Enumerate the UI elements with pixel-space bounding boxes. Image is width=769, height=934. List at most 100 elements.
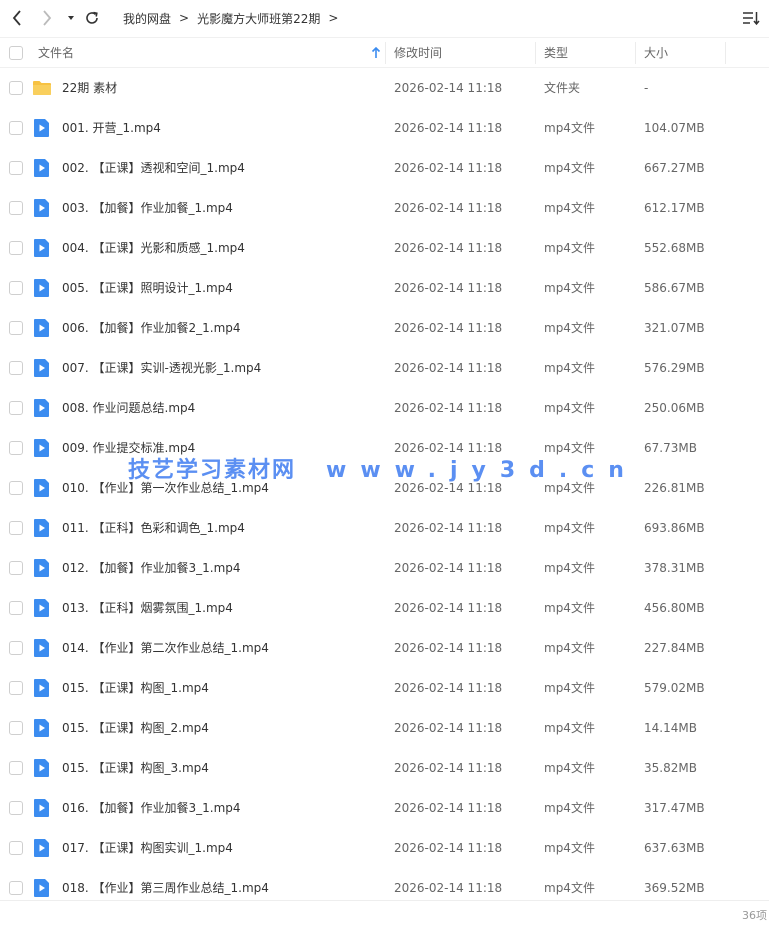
table-row[interactable]: 011. 【正科】色彩和调色_1.mp4 2026-02-14 11:18 mp4文… [0,508,769,548]
table-row[interactable]: 012. 【加餐】作业加餐3_1.mp4 2026-02-14 11:18 mp4文… [0,548,769,588]
file-name[interactable]: 016. 【加餐】作业加餐3_1.mp4 [62,788,241,828]
row-checkbox[interactable] [9,561,23,575]
column-header-size[interactable]: 大小 [644,38,668,68]
file-modified: 2026-02-14 11:18 [394,81,503,95]
row-checkbox[interactable] [9,401,23,415]
file-size: 693.86MB [644,521,705,535]
file-type: mp4文件 [544,121,595,135]
column-header-modified[interactable]: 修改时间 [394,38,442,68]
file-name[interactable]: 014. 【作业】第二次作业总结_1.mp4 [62,628,269,668]
table-row[interactable]: 015. 【正课】构图_1.mp4 2026-02-14 11:18 mp4文件 57… [0,668,769,708]
sort-ascending-icon [371,47,381,58]
file-size: 317.47MB [644,801,705,815]
column-divider[interactable] [635,42,636,64]
table-row[interactable]: 001. 开营_1.mp4 2026-02-14 11:18 mp4文件 104.07… [0,108,769,148]
column-divider[interactable] [385,42,386,64]
video-file-icon [34,439,49,457]
row-checkbox[interactable] [9,881,23,895]
file-name[interactable]: 009. 作业提交标准.mp4 [62,428,195,468]
file-name[interactable]: 011. 【正科】色彩和调色_1.mp4 [62,508,245,548]
video-file-icon [32,478,52,498]
table-row[interactable]: 004. 【正课】光影和质感_1.mp4 2026-02-14 11:18 mp4文… [0,228,769,268]
file-name[interactable]: 22期 素材 [62,68,117,108]
file-name[interactable]: 001. 开营_1.mp4 [62,108,161,148]
table-row[interactable]: 002. 【正课】透视和空间_1.mp4 2026-02-14 11:18 mp4文… [0,148,769,188]
row-checkbox[interactable] [9,721,23,735]
row-checkbox[interactable] [9,321,23,335]
row-checkbox[interactable] [9,841,23,855]
file-name[interactable]: 007. 【正课】实训-透视光影_1.mp4 [62,348,261,388]
table-row[interactable]: 008. 作业问题总结.mp4 2026-02-14 11:18 mp4文件 250.… [0,388,769,428]
row-checkbox[interactable] [9,481,23,495]
breadcrumb-item-current[interactable]: 光影魔方大师班第22期 [197,10,320,27]
row-checkbox[interactable] [9,761,23,775]
table-row[interactable]: 007. 【正课】实训-透视光影_1.mp4 2026-02-14 11:18 mp… [0,348,769,388]
row-checkbox[interactable] [9,281,23,295]
table-row[interactable]: 017. 【正课】构图实训_1.mp4 2026-02-14 11:18 mp4文件… [0,828,769,868]
file-name[interactable]: 006. 【加餐】作业加餐2_1.mp4 [62,308,241,348]
table-row[interactable]: 006. 【加餐】作业加餐2_1.mp4 2026-02-14 11:18 mp4文… [0,308,769,348]
file-name[interactable]: 012. 【加餐】作业加餐3_1.mp4 [62,548,241,588]
toolbar: 我的网盘 > 光影魔方大师班第22期 > [0,0,769,36]
row-checkbox[interactable] [9,801,23,815]
row-checkbox[interactable] [9,601,23,615]
row-checkbox[interactable] [9,441,23,455]
column-divider[interactable] [535,42,536,64]
file-size: 14.14MB [644,721,697,735]
file-name[interactable]: 015. 【正课】构图_2.mp4 [62,708,209,748]
column-divider[interactable] [725,42,726,64]
back-button[interactable] [7,8,27,28]
sort-options-button[interactable] [741,8,761,28]
file-name[interactable]: 004. 【正课】光影和质感_1.mp4 [62,228,245,268]
video-file-icon [32,598,52,618]
refresh-button[interactable] [82,8,102,28]
file-name[interactable]: 013. 【正科】烟雾氛围_1.mp4 [62,588,233,628]
table-row[interactable]: 014. 【作业】第二次作业总结_1.mp4 2026-02-14 11:18 mp… [0,628,769,668]
forward-button[interactable] [37,8,57,28]
table-row[interactable]: 015. 【正课】构图_2.mp4 2026-02-14 11:18 mp4文件 14… [0,708,769,748]
item-count: 36项 [742,909,767,922]
table-row[interactable]: 005. 【正课】照明设计_1.mp4 2026-02-14 11:18 mp4文件… [0,268,769,308]
video-file-icon [34,839,49,857]
column-header-type[interactable]: 类型 [544,38,568,68]
file-modified: 2026-02-14 11:18 [394,561,503,575]
file-name[interactable]: 015. 【正课】构图_1.mp4 [62,668,209,708]
video-file-icon [32,158,52,178]
video-file-icon [32,238,52,258]
file-name[interactable]: 010. 【作业】第一次作业总结_1.mp4 [62,468,269,508]
row-checkbox[interactable] [9,201,23,215]
video-file-icon [34,759,49,777]
file-name[interactable]: 003. 【加餐】作业加餐_1.mp4 [62,188,233,228]
breadcrumb-item-root[interactable]: 我的网盘 [123,10,171,27]
table-row[interactable]: 015. 【正课】构图_3.mp4 2026-02-14 11:18 mp4文件 35… [0,748,769,788]
row-checkbox[interactable] [9,521,23,535]
table-row[interactable]: 013. 【正科】烟雾氛围_1.mp4 2026-02-14 11:18 mp4文件… [0,588,769,628]
file-type: mp4文件 [544,601,595,615]
table-row[interactable]: 22期 素材 2026-02-14 11:18 文件夹 - [0,68,769,108]
file-name[interactable]: 005. 【正课】照明设计_1.mp4 [62,268,233,308]
table-row[interactable]: 010. 【作业】第一次作业总结_1.mp4 2026-02-14 11:18 mp… [0,468,769,508]
file-name[interactable]: 008. 作业问题总结.mp4 [62,388,195,428]
row-checkbox[interactable] [9,681,23,695]
row-checkbox[interactable] [9,121,23,135]
row-checkbox[interactable] [9,161,23,175]
file-modified: 2026-02-14 11:18 [394,801,503,815]
breadcrumb-separator[interactable]: > [328,11,338,25]
file-name[interactable]: 002. 【正课】透视和空间_1.mp4 [62,148,245,188]
row-checkbox[interactable] [9,361,23,375]
file-size: 35.82MB [644,761,697,775]
column-header-name[interactable]: 文件名 [38,38,74,68]
file-type: mp4文件 [544,281,595,295]
file-name[interactable]: 015. 【正课】构图_3.mp4 [62,748,209,788]
table-row[interactable]: 009. 作业提交标准.mp4 2026-02-14 11:18 mp4文件 67.7… [0,428,769,468]
video-file-icon [32,358,52,378]
table-row[interactable]: 003. 【加餐】作业加餐_1.mp4 2026-02-14 11:18 mp4文件… [0,188,769,228]
select-all-checkbox[interactable] [9,46,23,60]
table-row[interactable]: 016. 【加餐】作业加餐3_1.mp4 2026-02-14 11:18 mp4文… [0,788,769,828]
history-dropdown-button[interactable] [61,8,81,28]
file-name[interactable]: 017. 【正课】构图实训_1.mp4 [62,828,233,868]
row-checkbox[interactable] [9,641,23,655]
sort-list-icon [743,12,760,26]
row-checkbox[interactable] [9,241,23,255]
row-checkbox[interactable] [9,81,23,95]
